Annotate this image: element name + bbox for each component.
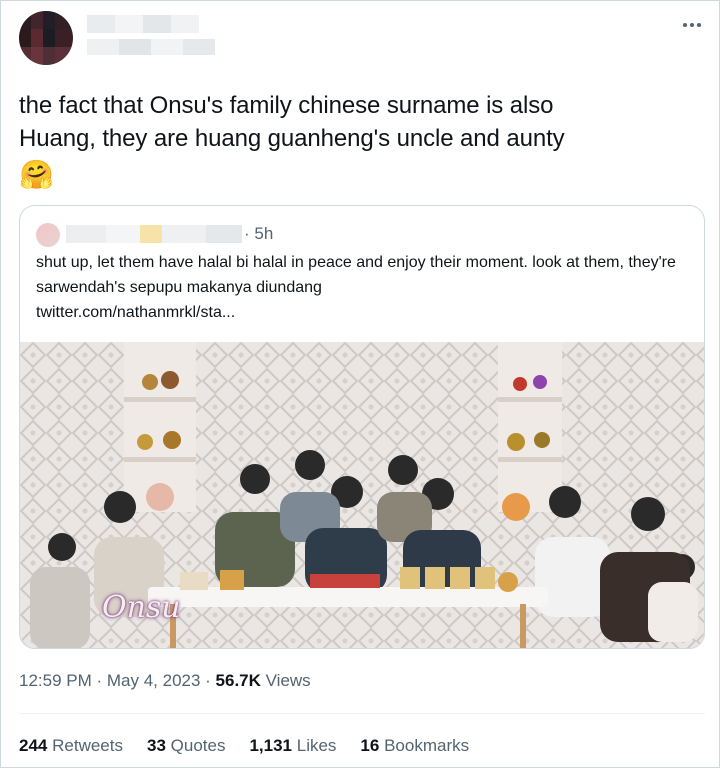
quotes-count: 33	[146, 736, 166, 755]
likes-count: 1,131	[249, 736, 292, 755]
tweet-meta: 12:59 PM · May 4, 2023 · 56.7K Views	[19, 669, 311, 693]
likes-stat[interactable]: 1,131 Likes	[249, 734, 336, 758]
more-options-icon[interactable]	[677, 15, 707, 35]
tweet-text-line: Huang, they are huang guanheng's uncle a…	[19, 125, 565, 152]
meta-separator: ·	[91, 671, 107, 690]
hugging-face-icon: 🤗	[19, 159, 54, 190]
author-handle-blurred[interactable]	[87, 39, 215, 55]
tweet-card: the fact that Onsu's family chinese surn…	[0, 0, 720, 768]
bookmarks-stat[interactable]: 16 Bookmarks	[360, 734, 469, 758]
quoted-author-blurred[interactable]	[66, 225, 242, 243]
quoted-avatar[interactable]	[36, 223, 60, 247]
retweets-count: 244	[19, 736, 48, 755]
meta-separator: ·	[200, 671, 216, 690]
author-name-blurred[interactable]	[87, 15, 199, 33]
tweet-text-line: the fact that Onsu's family chinese surn…	[19, 92, 554, 119]
tweet-time[interactable]: 12:59 PM	[19, 671, 92, 690]
tweet-text: the fact that Onsu's family chinese surn…	[19, 89, 699, 155]
tweet-date[interactable]: May 4, 2023	[107, 671, 201, 690]
quoted-text-body: shut up, let them have halal bi halal in…	[36, 254, 676, 296]
retweets-label: Retweets	[52, 736, 123, 755]
quoted-timestamp[interactable]: · 5h	[244, 222, 273, 246]
bookmarks-count: 16	[360, 736, 380, 755]
quoted-tweet[interactable]: · 5h shut up, let them have halal bi hal…	[19, 205, 705, 649]
quotes-label: Quotes	[170, 736, 226, 755]
views-label: Views	[260, 671, 311, 690]
bookmarks-label: Bookmarks	[384, 736, 470, 755]
quoted-text: shut up, let them have halal bi halal in…	[36, 250, 696, 325]
divider	[19, 713, 705, 714]
media-watermark-logo: Onsu	[102, 590, 181, 625]
likes-label: Likes	[296, 736, 337, 755]
views-count: 56.7K	[215, 671, 261, 690]
quoted-media-image[interactable]: Onsu	[20, 342, 704, 648]
quotes-stat[interactable]: 33 Quotes	[147, 734, 225, 758]
quoted-link[interactable]: twitter.com/nathanmrkl/sta...	[36, 300, 696, 325]
engagement-stats: 244 Retweets 33 Quotes 1,131 Likes 16 Bo…	[19, 734, 493, 758]
avatar[interactable]	[19, 11, 73, 65]
retweets-stat[interactable]: 244 Retweets	[19, 734, 123, 758]
